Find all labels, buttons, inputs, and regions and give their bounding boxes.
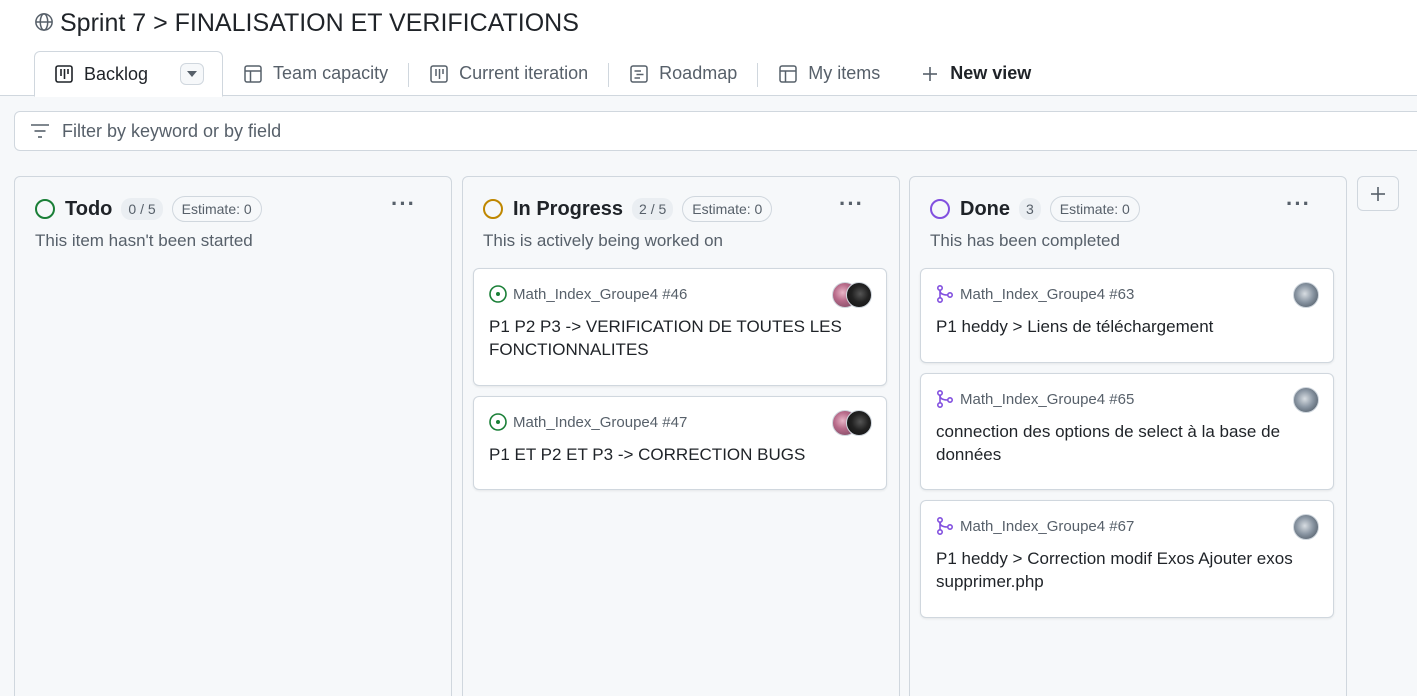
project-title: Sprint 7 > FINALISATION ET VERIFICATIONS <box>34 9 579 38</box>
column-header: In Progress 2 / 5 Estimate: 0 <box>483 196 773 222</box>
column-menu-icon[interactable]: ··· <box>391 191 416 217</box>
card-ref-text: Math_Index_Groupe4 #46 <box>513 285 688 303</box>
pull-request-merged-icon <box>936 284 954 304</box>
card-item[interactable]: Math_Index_Groupe4 #46 P1 P2 P3 -> VERIF… <box>473 268 887 386</box>
tab-label: My items <box>808 63 881 83</box>
tab-roadmap[interactable]: Roadmap <box>609 51 757 96</box>
column-description: This is actively being worked on <box>483 231 724 250</box>
column-description: This has been completed <box>930 231 1120 250</box>
pull-request-merged-icon <box>936 389 954 409</box>
card-title[interactable]: connection des options de select à la ba… <box>936 420 1296 466</box>
item-count-badge: 3 <box>1019 198 1041 220</box>
tab-label: New view <box>950 63 1032 83</box>
card-title[interactable]: P1 P2 P3 -> VERIFICATION DE TOUTES LES F… <box>489 315 849 361</box>
card-repo-ref[interactable]: Math_Index_Groupe4 #46 <box>488 284 687 304</box>
new-view-button[interactable]: New view <box>900 51 1051 96</box>
card-item[interactable]: Math_Index_Groupe4 #63 P1 heddy > Liens … <box>920 268 1334 363</box>
column-header: Done 3 Estimate: 0 <box>930 196 1140 222</box>
column-title: Done <box>960 197 1010 220</box>
board-icon <box>55 65 73 83</box>
table-icon <box>244 64 262 83</box>
column-menu-icon[interactable]: ··· <box>839 191 864 217</box>
card-assignees[interactable] <box>832 282 872 308</box>
globe-icon <box>35 12 53 31</box>
tab-team-capacity[interactable]: Team capacity <box>223 51 408 96</box>
avatar[interactable] <box>1293 387 1319 413</box>
card-title[interactable]: P1 ET P2 ET P3 -> CORRECTION BUGS <box>489 443 849 466</box>
card-repo-ref[interactable]: Math_Index_Groupe4 #65 <box>935 389 1134 409</box>
plus-icon <box>1371 186 1385 201</box>
item-count-badge: 0 / 5 <box>121 198 163 220</box>
roadmap-icon <box>630 64 648 83</box>
column-description: This item hasn't been started <box>35 231 253 250</box>
card-item[interactable]: Math_Index_Groupe4 #47 P1 ET P2 ET P3 ->… <box>473 396 887 490</box>
filter-bar[interactable] <box>14 111 1417 151</box>
card-repo-ref[interactable]: Math_Index_Groupe4 #67 <box>935 516 1134 536</box>
avatar[interactable] <box>1293 514 1319 540</box>
tab-label: Current iteration <box>459 63 589 83</box>
avatar[interactable] <box>846 410 872 436</box>
tab-my-items[interactable]: My items <box>758 51 900 96</box>
issue-open-icon <box>489 413 507 431</box>
avatar[interactable] <box>1293 282 1319 308</box>
filter-input[interactable] <box>62 120 962 142</box>
card-repo-ref[interactable]: Math_Index_Groupe4 #63 <box>935 284 1134 304</box>
card-ref-text: Math_Index_Groupe4 #65 <box>960 390 1135 408</box>
column-todo: Todo 0 / 5 Estimate: 0 ··· This item has… <box>14 176 452 696</box>
card-title[interactable]: P1 heddy > Liens de téléchargement <box>936 315 1296 338</box>
view-options-button[interactable] <box>180 63 205 85</box>
column-done: Done 3 Estimate: 0 ··· This has been com… <box>909 176 1347 696</box>
estimate-badge: Estimate: 0 <box>171 196 262 222</box>
tab-label: Team capacity <box>273 63 389 83</box>
add-column-button[interactable] <box>1357 176 1399 211</box>
column-menu-icon[interactable]: ··· <box>1286 191 1311 217</box>
card-ref-text: Math_Index_Groupe4 #67 <box>960 517 1135 535</box>
status-todo-icon <box>35 199 55 219</box>
plus-icon <box>923 66 938 81</box>
tab-label: Backlog <box>84 63 149 84</box>
status-done-icon <box>930 199 950 219</box>
card-repo-ref[interactable]: Math_Index_Groupe4 #47 <box>488 412 687 432</box>
card-assignees[interactable] <box>1293 282 1319 308</box>
tab-label: Roadmap <box>659 63 738 83</box>
board-icon <box>430 64 448 83</box>
project-header: Sprint 7 > FINALISATION ET VERIFICATIONS… <box>0 0 1417 97</box>
status-in-progress-icon <box>483 199 503 219</box>
tab-current-iteration[interactable]: Current iteration <box>409 51 608 96</box>
estimate-badge: Estimate: 0 <box>682 196 773 222</box>
project-title-text: Sprint 7 > FINALISATION ET VERIFICATIONS <box>60 9 579 37</box>
card-assignees[interactable] <box>1293 514 1319 540</box>
table-icon <box>779 64 797 83</box>
column-header: Todo 0 / 5 Estimate: 0 <box>35 196 262 222</box>
card-assignees[interactable] <box>1293 387 1319 413</box>
card-assignees[interactable] <box>832 410 872 436</box>
card-item[interactable]: Math_Index_Groupe4 #67 P1 heddy > Correc… <box>920 500 1334 618</box>
card-title[interactable]: P1 heddy > Correction modif Exos Ajouter… <box>936 547 1296 593</box>
tab-backlog[interactable]: Backlog <box>34 51 224 97</box>
view-tabs: Backlog Team capacity Current iteration <box>34 51 1051 97</box>
column-title: In Progress <box>513 197 624 220</box>
card-ref-text: Math_Index_Groupe4 #63 <box>960 285 1135 303</box>
card-item[interactable]: Math_Index_Groupe4 #65 connection des op… <box>920 373 1334 490</box>
caret-down-icon <box>187 71 198 77</box>
avatar[interactable] <box>846 282 872 308</box>
pull-request-merged-icon <box>936 516 954 536</box>
item-count-badge: 2 / 5 <box>632 198 674 220</box>
column-in-progress: In Progress 2 / 5 Estimate: 0 ··· This i… <box>462 176 900 696</box>
filter-icon <box>31 124 49 138</box>
card-ref-text: Math_Index_Groupe4 #47 <box>513 413 688 431</box>
estimate-badge: Estimate: 0 <box>1049 196 1140 222</box>
issue-open-icon <box>489 285 507 303</box>
column-title: Todo <box>65 197 113 220</box>
